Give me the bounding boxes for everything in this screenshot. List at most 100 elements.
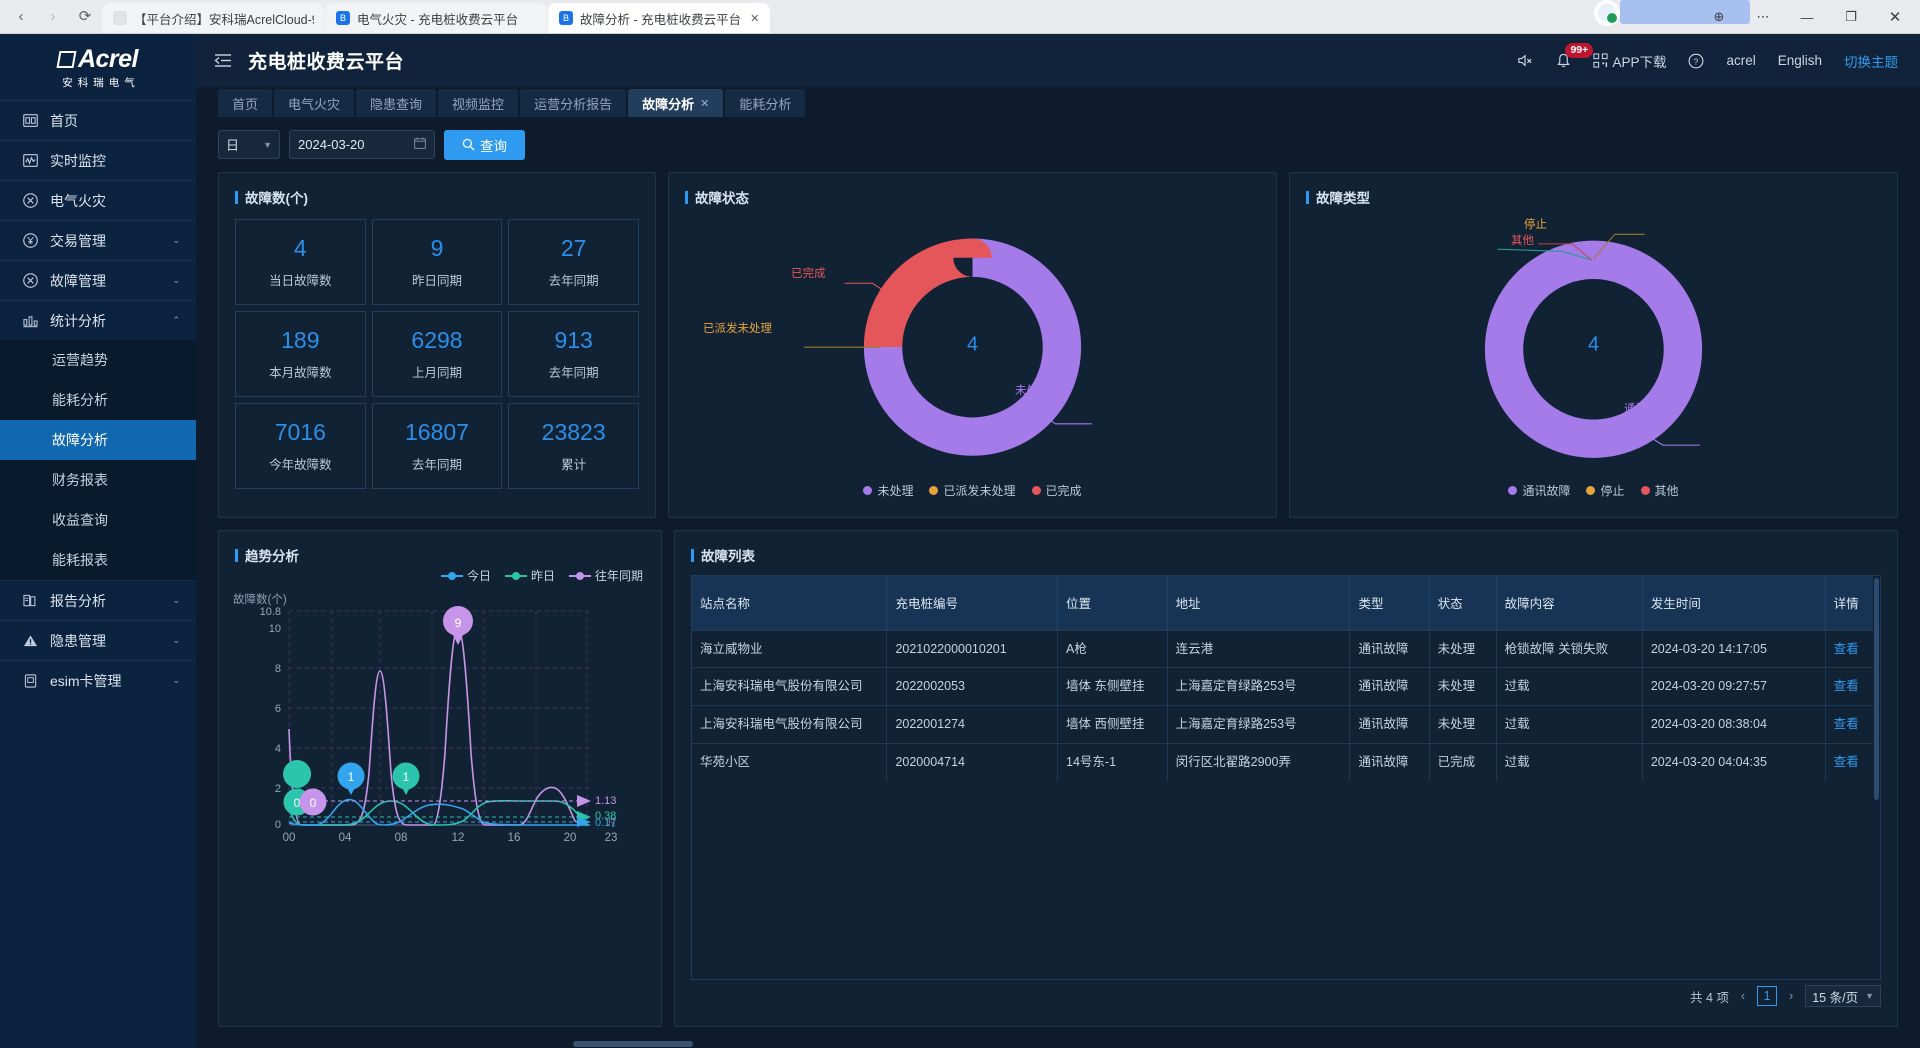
avatar[interactable] <box>1594 0 1620 26</box>
trend-line-chart[interactable]: 10.8 10 8 6 4 2 0 <box>219 583 631 845</box>
detail-view-link[interactable]: 查看 <box>1825 743 1880 780</box>
sidebar-item-hazard-mgmt[interactable]: 隐患管理 ⌄ <box>0 620 196 660</box>
tab-hazard-query[interactable]: 隐患查询 <box>356 89 436 117</box>
period-select[interactable]: 日 ▼ <box>218 130 280 159</box>
tab-fault-analysis[interactable]: 故障分析 ✕ <box>628 89 723 117</box>
reload-icon[interactable]: ⟳ <box>74 5 96 27</box>
cell-address: 上海嘉定育绿路253号 <box>1167 668 1350 706</box>
sidebar-subitem-label: 收益查询 <box>52 510 108 530</box>
table-vertical-scrollbar[interactable] <box>1873 576 1880 979</box>
sidebar-item-energy-report[interactable]: 能耗报表 <box>0 540 196 580</box>
fault-icon <box>22 272 39 289</box>
sidebar-item-energy-analysis[interactable]: 能耗分析 <box>0 380 196 420</box>
legend-item[interactable]: 已完成 <box>1032 482 1082 499</box>
close-icon[interactable]: ✕ <box>750 12 759 25</box>
table-row[interactable]: 华苑小区 2020004714 14号东-1 闵行区北翟路2900弄 通讯故障 … <box>692 743 1880 780</box>
browser-tabstrip: 【平台介绍】安科瑞AcrelCloud-9 B 电气火灾 - 充电桩收费云平台 … <box>102 0 770 33</box>
user-name[interactable]: acrel <box>1726 53 1755 68</box>
table-row[interactable]: 海立威物业 2021022000010201 A枪 连云港 通讯故障 未处理 枪… <box>692 630 1880 668</box>
tab-video-monitor[interactable]: 视频监控 <box>438 89 518 117</box>
legend-label: 停止 <box>1600 482 1624 499</box>
sidebar-item-revenue-query[interactable]: 收益查询 <box>0 500 196 540</box>
browser-tab[interactable]: B 电气火灾 - 充电桩收费云平台 <box>325 3 547 33</box>
legend-line <box>569 575 591 577</box>
app-download-button[interactable]: APP下载 <box>1593 51 1666 71</box>
legend-line <box>441 575 463 577</box>
legend-label: 今日 <box>467 567 491 584</box>
bell-icon[interactable]: 99+ <box>1556 53 1571 69</box>
sidebar-item-fault-mgmt[interactable]: 故障管理 ⌄ <box>0 260 196 300</box>
panel-title: 故障数(个) <box>235 187 639 207</box>
sidebar-item-label: 故障管理 <box>50 271 106 291</box>
maximize-icon[interactable]: ❐ <box>1830 2 1872 32</box>
detail-view-link[interactable]: 查看 <box>1825 668 1880 706</box>
browser-tab-active[interactable]: B 故障分析 - 充电桩收费云平台 ✕ <box>548 3 770 33</box>
trend-legend: 今日 昨日 往年同期 <box>441 567 643 584</box>
legend-item[interactable]: 未处理 <box>863 482 913 499</box>
svg-text:23: 23 <box>605 832 618 844</box>
legend-item[interactable]: 已派发未处理 <box>929 482 1015 499</box>
tab-energy-analysis[interactable]: 能耗分析 <box>725 89 805 117</box>
tab-electric-fire[interactable]: 电气火灾 <box>274 89 354 117</box>
sidebar-item-financial-report[interactable]: 财务报表 <box>0 460 196 500</box>
legend-item[interactable]: 其他 <box>1641 482 1679 499</box>
browser-tab[interactable]: 【平台介绍】安科瑞AcrelCloud-9 <box>102 3 324 33</box>
sidebar-item-home[interactable]: 首页 <box>0 100 196 140</box>
tab-home[interactable]: 首页 <box>218 89 272 117</box>
help-circle-icon[interactable]: ? <box>1688 53 1704 69</box>
theme-switch[interactable]: 切换主题 <box>1844 51 1898 71</box>
sidebar-item-realtime-monitor[interactable]: 实时监控 <box>0 140 196 180</box>
fault-status-donut[interactable]: 4 已完成 已派发未处理 未处理 <box>685 207 1260 482</box>
minimize-icon[interactable]: — <box>1786 2 1828 32</box>
globe-icon[interactable]: ⊕ <box>1698 2 1740 32</box>
browser-tab-title: 【平台介绍】安科瑞AcrelCloud-9 <box>134 9 314 28</box>
search-button[interactable]: 查询 <box>444 130 525 160</box>
legend-item[interactable]: 往年同期 <box>569 567 643 584</box>
tab-operation-report[interactable]: 运营分析报告 <box>520 89 626 117</box>
horizontal-scrollbar[interactable] <box>218 1039 1898 1048</box>
speaker-mute-icon[interactable] <box>1517 53 1534 68</box>
close-icon[interactable]: ✕ <box>700 97 709 110</box>
cell-site: 上海安科瑞电气股份有限公司 <box>692 668 887 706</box>
stat-card: 7016今年故障数 <box>235 403 366 489</box>
sidebar-item-statistics[interactable]: 统计分析 ⌃ <box>0 300 196 340</box>
sidebar-item-operation-trend[interactable]: 运营趋势 <box>0 340 196 380</box>
sidebar-item-fault-analysis[interactable]: 故障分析 <box>0 420 196 460</box>
sidebar-subitem-label: 财务报表 <box>52 470 108 490</box>
chevron-down-icon: ⌄ <box>172 675 180 686</box>
close-window-icon[interactable]: ✕ <box>1874 2 1916 32</box>
page-size-select[interactable]: 15 条/页 ▼ <box>1805 985 1881 1007</box>
date-input[interactable]: 2024-03-20 <box>289 130 435 159</box>
more-icon[interactable]: ⋯ <box>1742 2 1784 32</box>
legend-item[interactable]: 昨日 <box>505 567 555 584</box>
sidebar-item-esim-mgmt[interactable]: esim卡管理 ⌄ <box>0 660 196 700</box>
stat-card: 23823累计 <box>508 403 639 489</box>
table-row[interactable]: 上海安科瑞电气股份有限公司 2022001274 墙体 西侧壁挂 上海嘉定育绿路… <box>692 706 1880 744</box>
legend-item[interactable]: 今日 <box>441 567 491 584</box>
collapse-menu-icon[interactable] <box>212 50 234 72</box>
language-switch[interactable]: English <box>1778 53 1822 68</box>
cell-time: 2024-03-20 08:38:04 <box>1642 706 1825 744</box>
back-icon[interactable]: ‹ <box>10 5 32 27</box>
app-download-label: APP下载 <box>1612 51 1666 71</box>
svg-text:10: 10 <box>269 623 281 635</box>
legend-item[interactable]: 停止 <box>1586 482 1624 499</box>
fault-type-donut[interactable]: 4 停止 其他 通讯故障 <box>1306 207 1881 482</box>
stat-label: 去年同期 <box>412 454 462 473</box>
detail-view-link[interactable]: 查看 <box>1825 630 1880 668</box>
sidebar-item-electric-fire[interactable]: 电气火灾 <box>0 180 196 220</box>
sidebar-item-report-analysis[interactable]: 报告分析 ⌄ <box>0 580 196 620</box>
pagination-page[interactable]: 1 <box>1757 986 1777 1006</box>
pagination-next[interactable]: › <box>1786 989 1796 1003</box>
cell-status: 未处理 <box>1429 668 1496 706</box>
forward-icon[interactable]: › <box>42 5 64 27</box>
cell-content: 过载 <box>1496 706 1642 744</box>
sidebar-item-transaction-mgmt[interactable]: 交易管理 ⌄ <box>0 220 196 260</box>
query-toolbar: 日 ▼ 2024-03-20 查询 <box>196 117 1920 172</box>
table-row[interactable]: 上海安科瑞电气股份有限公司 2022002053 墙体 东侧壁挂 上海嘉定育绿路… <box>692 668 1880 706</box>
detail-view-link[interactable]: 查看 <box>1825 706 1880 744</box>
legend-item[interactable]: 通讯故障 <box>1508 482 1570 499</box>
svg-text:10.8: 10.8 <box>260 606 281 618</box>
cell-pile: 2022002053 <box>887 668 1058 706</box>
pagination-prev[interactable]: ‹ <box>1738 989 1748 1003</box>
